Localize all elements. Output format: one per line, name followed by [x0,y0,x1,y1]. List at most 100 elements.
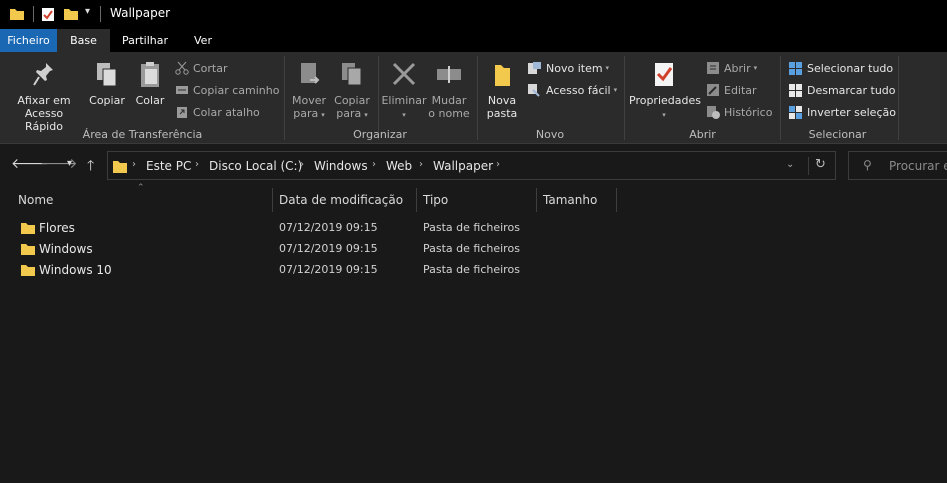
edit-button[interactable]: Editar [706,81,757,99]
select-all-icon [789,61,802,75]
easy-access-button[interactable]: Acesso fácil ▾ [527,81,617,99]
new-folder-label-2: pasta [486,107,518,120]
group-separator [624,56,625,140]
column-divider[interactable] [616,188,617,212]
move-to-button[interactable]: Mover para ▾ [290,60,328,122]
new-item-icon [528,62,541,74]
rename-icon [437,66,461,83]
breadcrumb-this-pc[interactable]: Este PC [146,159,191,173]
move-to-label-1: Mover [291,94,327,107]
new-item-label: Novo item [546,61,603,75]
breadcrumb-web[interactable]: Web [386,159,412,173]
recent-locations-chevron-icon[interactable]: ▾ [67,158,72,169]
copy-to-button[interactable]: Copiar para ▾ [333,60,371,122]
search-box[interactable]: ⚲ Procurar em [848,151,947,180]
copy-to-label-2: para [336,107,362,120]
group-separator [780,56,781,140]
tab-view[interactable]: Ver [183,29,223,52]
file-row[interactable]: Flores 07/12/2019 09:15 Pasta de ficheir… [18,218,538,239]
file-modified: 07/12/2019 09:15 [279,263,378,276]
file-row[interactable]: Windows 07/12/2019 09:15 Pasta de fichei… [18,239,538,260]
file-type: Pasta de ficheiros [423,263,520,276]
pin-quick-access-button[interactable]: Afixar em Acesso Rápido [5,60,83,133]
folder-icon[interactable] [9,7,25,21]
breadcrumb-wallpaper[interactable]: Wallpaper [433,159,493,173]
properties-dropdown-icon[interactable]: ▾ [662,111,666,119]
address-bar[interactable]: › Este PC › Disco Local (C:) › Windows ›… [107,151,836,180]
column-size[interactable]: Tamanho [543,193,597,207]
new-folder-button[interactable]: Nova pasta [483,60,521,120]
up-arrow-icon[interactable]: 🡑 [87,155,94,179]
folder-icon [21,265,35,276]
file-modified: 07/12/2019 09:15 [279,221,378,234]
copy-to-label-1: Copiar [334,94,370,107]
group-separator [477,56,478,140]
properties-button[interactable]: Propriedades ▾ [629,60,701,122]
breadcrumb-windows[interactable]: Windows [314,159,368,173]
column-divider[interactable] [536,188,537,212]
breadcrumb-chevron-icon[interactable]: › [300,159,304,170]
title-bar: ▾ Wallpaper [0,0,947,29]
address-history-dropdown-icon[interactable]: ⌄ [786,159,794,170]
delete-button[interactable]: Eliminar ▾ [381,60,427,122]
column-divider[interactable] [416,188,417,212]
select-none-button[interactable]: Desmarcar tudo [788,81,896,99]
group-separator [898,56,899,140]
window-title: Wallpaper [110,6,171,20]
column-modified[interactable]: Data de modificação [279,193,403,207]
breadcrumb-chevron-icon[interactable]: › [419,159,423,170]
quick-access-separator [100,6,101,22]
new-folder-icon[interactable] [63,7,79,21]
easy-access-icon [528,84,540,97]
refresh-icon[interactable]: ↻ [815,157,826,172]
copy-button[interactable]: Copiar [87,60,127,107]
copy-path-label: Copiar caminho [193,83,280,97]
breadcrumb-chevron-icon[interactable]: › [132,159,136,170]
breadcrumb-chevron-icon[interactable]: › [372,159,376,170]
column-divider[interactable] [272,188,273,212]
cut-button[interactable]: Cortar [175,59,228,77]
delete-x-icon [392,62,416,86]
rename-button[interactable]: Mudar o nome [428,60,470,120]
customize-quick-access-icon[interactable]: ▾ [85,6,90,17]
select-group-label: Selecionar [808,128,867,141]
file-row[interactable]: Windows 10 07/12/2019 09:15 Pasta de fic… [18,260,538,281]
file-name: Windows 10 [39,263,112,277]
breadcrumb-local-disk[interactable]: Disco Local (C:) [209,159,302,173]
pin-icon [33,63,53,86]
tab-file[interactable]: Ficheiro [0,29,57,52]
column-name[interactable]: Nome [18,193,53,207]
select-all-button[interactable]: Selecionar tudo [788,59,893,77]
breadcrumb-chevron-icon[interactable]: › [195,159,199,170]
paste-button[interactable]: Colar [133,60,167,107]
file-type: Pasta de ficheiros [423,221,520,234]
easy-access-label: Acesso fácil [546,83,611,97]
copy-path-button[interactable]: Copiar caminho [175,81,279,99]
new-item-button[interactable]: Novo item ▾ [527,59,609,77]
open-button[interactable]: Abrir ▾ [706,59,757,77]
invert-selection-icon [789,105,802,119]
new-group-label: Novo [535,128,565,141]
copy-path-icon [176,86,188,94]
tab-share[interactable]: Partilhar [114,29,176,52]
tab-home[interactable]: Base [57,29,110,52]
delete-dropdown-icon[interactable]: ▾ [402,111,406,119]
organize-group-label: Organizar [353,128,407,141]
pin-label-2: Acesso Rápido [24,107,64,133]
search-icon: ⚲ [863,158,872,172]
move-to-icon [301,63,320,84]
invert-selection-button[interactable]: Inverter seleção [788,103,896,121]
sort-up-icon: ⌃ [137,183,145,193]
navigation-bar: 🡐 🡒 ▾ 🡑 › Este PC › Disco Local (C:) › W… [0,145,947,185]
new-folder-icon [495,65,510,86]
clipboard-group-label: Área de Transferência [82,128,203,141]
breadcrumb-chevron-icon[interactable]: › [496,159,500,170]
open-icon [707,62,719,74]
column-type[interactable]: Tipo [423,193,448,207]
paste-shortcut-button[interactable]: Colar atalho [175,103,260,121]
invert-selection-label: Inverter seleção [807,105,896,119]
select-all-label: Selecionar tudo [807,61,894,75]
history-button[interactable]: Histórico [706,103,772,121]
ribbon: Afixar em Acesso Rápido Copiar Colar Cor… [0,52,947,144]
properties-icon[interactable] [41,7,55,22]
